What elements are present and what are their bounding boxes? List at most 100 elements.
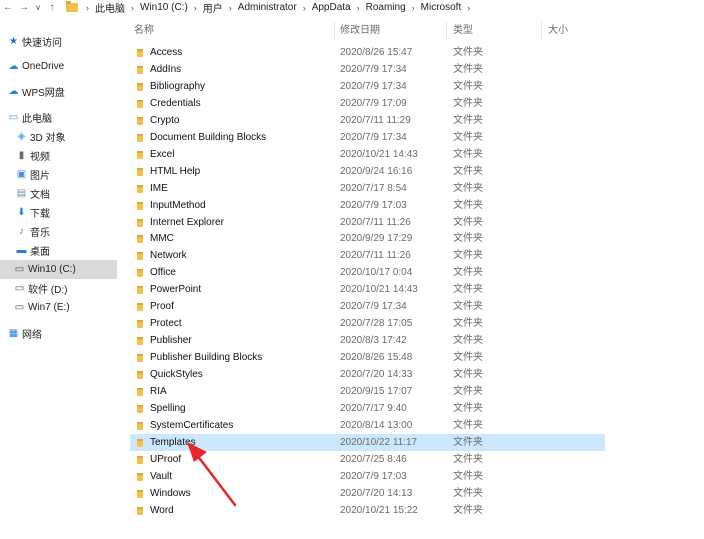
file-row[interactable]: Publisher Building Blocks 2020/8/26 15:48…	[130, 349, 605, 366]
sidebar-item[interactable]: ▭ Win7 (E:)	[0, 298, 117, 317]
file-type: 文件夹	[453, 267, 483, 279]
file-row[interactable]: Office 2020/10/17 0:04 文件夹	[130, 264, 605, 281]
folder-icon	[137, 354, 143, 363]
file-type: 文件夹	[453, 352, 483, 364]
file-row[interactable]: Internet Explorer 2020/7/11 11:26 文件夹	[130, 214, 605, 231]
column-divider[interactable]	[541, 22, 542, 40]
file-type: 文件夹	[453, 504, 483, 516]
file-name: Bibliography	[150, 80, 206, 92]
file-name: QuickStyles	[150, 369, 203, 381]
chevron-right-icon[interactable]: ›	[408, 3, 419, 13]
sidebar-item-label: 音乐	[30, 228, 50, 239]
column-header-type[interactable]: 类型	[453, 22, 473, 40]
breadcrumb-item[interactable]: 用户	[201, 0, 225, 15]
file-row[interactable]: Templates 2020/10/22 11:17 文件夹	[130, 433, 605, 451]
sidebar-item[interactable]: ▭ Win10 (C:)	[0, 260, 117, 279]
column-header-name[interactable]: 名称	[134, 22, 154, 40]
column-headers: 名称 修改日期 类型 大小	[120, 22, 704, 40]
chevron-right-icon[interactable]: ›	[463, 3, 474, 13]
sidebar-item[interactable]: ☁ WPS网盘	[0, 82, 117, 101]
file-row[interactable]: Spelling 2020/7/17 9:40 文件夹	[130, 400, 605, 417]
sidebar-item[interactable]: ▣ 图片	[0, 165, 117, 184]
sidebar-item[interactable]: ▤ 文档	[0, 184, 117, 203]
file-date: 2020/7/9 17:09	[340, 97, 407, 109]
chevron-right-icon[interactable]: ›	[353, 3, 364, 13]
folder-icon	[137, 489, 143, 498]
file-row[interactable]: AddIns 2020/7/9 17:34 文件夹	[130, 61, 605, 78]
chevron-right-icon[interactable]: ›	[127, 3, 138, 13]
file-row[interactable]: Word 2020/10/21 15:22 文件夹	[130, 502, 605, 519]
sidebar-item-label: 图片	[30, 171, 50, 182]
breadcrumb-item[interactable]: 此电脑	[93, 0, 127, 15]
file-row[interactable]: MMC 2020/9/29 17:29 文件夹	[130, 230, 605, 247]
file-type: 文件夹	[453, 386, 483, 397]
file-row[interactable]: Protect 2020/7/28 17:05 文件夹	[130, 315, 605, 332]
file-row[interactable]: SystemCertificates 2020/8/14 13:00 文件夹	[130, 417, 605, 434]
column-header-size[interactable]: 大小	[548, 22, 568, 40]
sidebar-item[interactable]: ▬ 桌面	[0, 241, 117, 260]
drive-icon: ▭	[14, 301, 25, 313]
cloud-icon: ☁	[8, 60, 19, 72]
file-row[interactable]: Vault 2020/7/9 17:03 文件夹	[130, 468, 605, 485]
file-row[interactable]: IME 2020/7/17 8:54 文件夹	[130, 180, 605, 197]
sidebar-item-label: Win10 (C:)	[28, 264, 76, 275]
sidebar-item[interactable]: ▦ 网络	[0, 324, 117, 343]
breadcrumb-item[interactable]: Roaming	[364, 2, 408, 13]
sidebar-item[interactable]: ▮ 视频	[0, 146, 117, 165]
file-row[interactable]: UProof 2020/7/25 8:46 文件夹	[130, 451, 605, 468]
sidebar-item-label: 软件 (D:)	[28, 285, 68, 296]
chevron-right-icon: ›	[86, 2, 89, 13]
file-date: 2020/7/9 17:34	[340, 131, 407, 143]
sidebar-item[interactable]: ♪ 音乐	[0, 222, 117, 241]
file-row[interactable]: Excel 2020/10/21 14:43 文件夹	[130, 146, 605, 163]
sidebar-item-label: Win7 (E:)	[28, 302, 70, 313]
chevron-right-icon[interactable]: ›	[190, 3, 201, 13]
folder-icon	[137, 506, 143, 515]
file-date: 2020/7/9 17:03	[340, 470, 407, 482]
breadcrumb-item[interactable]: AppData	[310, 2, 353, 13]
address-bar[interactable]: ← → ∨ ↑ › 此电脑 › Win10 (C:) › 用户 › Administrato…	[0, 0, 704, 15]
file-row[interactable]: HTML Help 2020/9/24 16:16 文件夹	[130, 163, 605, 180]
file-name: Excel	[150, 148, 175, 160]
file-row[interactable]: Proof 2020/7/9 17:34 文件夹	[130, 298, 605, 315]
column-divider[interactable]	[334, 22, 335, 40]
breadcrumb-item[interactable]: Administrator	[236, 2, 299, 13]
sidebar-item[interactable]: ☁ OneDrive	[0, 57, 117, 76]
sidebar-item[interactable]: ▭ 此电脑	[0, 108, 117, 127]
chevron-right-icon[interactable]: ›	[299, 3, 310, 13]
sidebar-item-label: 文档	[30, 190, 50, 201]
file-row[interactable]: Bibliography 2020/7/9 17:34 文件夹	[130, 78, 605, 95]
sidebar-item[interactable]: ▭ 软件 (D:)	[0, 279, 117, 298]
file-row[interactable]: PowerPoint 2020/10/21 14:43 文件夹	[130, 281, 605, 298]
breadcrumb-item[interactable]: Win10 (C:)	[138, 2, 190, 13]
folder-icon	[137, 65, 143, 74]
sidebar-item[interactable]: ⬇ 下载	[0, 203, 117, 222]
file-row[interactable]: Publisher 2020/8/3 17:42 文件夹	[130, 332, 605, 349]
back-arrow-icon[interactable]: ←	[0, 0, 16, 15]
file-row[interactable]: Windows 2020/7/20 14:13 文件夹	[130, 485, 605, 502]
file-row[interactable]: Credentials 2020/7/9 17:09 文件夹	[130, 95, 605, 112]
file-date: 2020/10/22 11:17	[340, 436, 418, 448]
file-row[interactable]: InputMethod 2020/7/9 17:03 文件夹	[130, 197, 605, 214]
forward-arrow-icon[interactable]: →	[16, 0, 32, 15]
file-type: 文件夹	[453, 250, 483, 262]
file-date: 2020/7/25 8:46	[340, 453, 407, 465]
up-arrow-icon[interactable]: ↑	[44, 0, 60, 15]
chevron-right-icon[interactable]: ›	[225, 3, 236, 13]
sidebar-item[interactable]: ★ 快速访问	[0, 32, 117, 51]
computer-icon: ▭	[8, 111, 19, 123]
breadcrumb-item[interactable]: Microsoft	[419, 2, 464, 13]
column-header-date[interactable]: 修改日期	[340, 22, 380, 40]
sidebar-item[interactable]: ◈ 3D 对象	[0, 127, 117, 146]
file-date: 2020/7/9 17:34	[340, 63, 407, 75]
file-row[interactable]: Document Building Blocks 2020/7/9 17:34 文件…	[130, 129, 605, 146]
column-divider[interactable]	[446, 22, 447, 40]
file-row[interactable]: Network 2020/7/11 11:26 文件夹	[130, 247, 605, 264]
file-row[interactable]: Crypto 2020/7/11 11:29 文件夹	[130, 112, 605, 129]
file-row[interactable]: RIA 2020/9/15 17:07 文件夹	[130, 383, 605, 400]
file-name: Network	[150, 250, 187, 262]
file-row[interactable]: QuickStyles 2020/7/20 14:33 文件夹	[130, 366, 605, 383]
chevron-down-icon[interactable]: ∨	[32, 0, 44, 15]
file-row[interactable]: Access 2020/8/26 15:47 文件夹	[130, 44, 605, 61]
file-date: 2020/7/9 17:03	[340, 199, 407, 211]
